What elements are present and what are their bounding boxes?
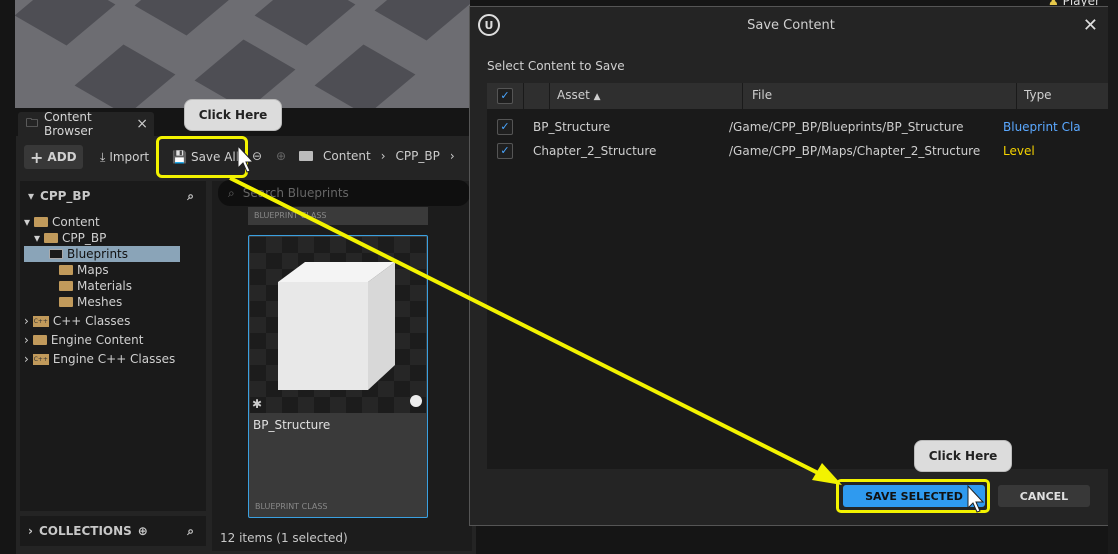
row-checkbox[interactable]: ✓ [497, 143, 513, 159]
dirty-indicator-icon [410, 395, 422, 407]
floor-tile [134, 0, 236, 36]
asset-card-previous[interactable]: BLUEPRINT CLASS [248, 207, 428, 225]
folder-icon [32, 335, 47, 345]
content-browser-icon: 🗀 [26, 115, 39, 130]
floor-tile [15, 0, 116, 46]
add-collection-icon[interactable]: ⊕ [138, 524, 148, 538]
floor-tile [314, 44, 416, 108]
column-file[interactable]: File [752, 88, 772, 102]
folder-icon [59, 297, 73, 307]
chevron-down-icon: ▾ [34, 231, 41, 245]
forward-arrow-icon[interactable]: ⊕ [276, 149, 286, 163]
asset-class: BLUEPRINT CLASS [255, 502, 328, 511]
folder-open-icon [44, 233, 59, 243]
cube-icon [278, 262, 395, 390]
floor-tile [74, 44, 176, 108]
sort-ascending-icon: ▲ [593, 92, 601, 102]
level-viewport[interactable] [15, 0, 470, 108]
highlight-box-save-all [156, 136, 248, 178]
file-cell: /Game/CPP_BP/Blueprints/BP_Structure [729, 120, 964, 134]
save-content-dialog: U Save Content ✕ Select Content to Save … [469, 6, 1113, 526]
search-placeholder: Search Blueprints [242, 186, 349, 200]
asset-cell: BP_Structure [533, 120, 611, 134]
search-icon[interactable]: ⌕ [187, 189, 194, 204]
column-separator [1016, 83, 1017, 109]
chevron-down-icon: ▾ [28, 189, 35, 203]
tree-item-cpp-bp[interactable]: ▾ CPP_BP [34, 230, 106, 246]
collections-header[interactable]: › COLLECTIONS ⊕ ⌕ [20, 516, 206, 546]
chevron-right-icon: › [380, 149, 386, 163]
close-icon[interactable]: ✕ [1083, 15, 1098, 36]
folder-icon [59, 265, 73, 275]
folder-icon [59, 281, 73, 291]
content-browser-tab[interactable]: 🗀 Content Browser × [18, 110, 154, 138]
tree-item-maps[interactable]: Maps [59, 262, 109, 278]
column-asset[interactable]: Asset ▲ [557, 88, 601, 102]
content-table: ✓ Asset ▲ File Type ✓ BP_Structure /Game… [487, 83, 1113, 469]
tree-item-blueprints[interactable]: Blueprints [24, 246, 180, 262]
import-icon: ⤓ [100, 149, 106, 164]
modified-asterisk-icon: ✱ [252, 397, 263, 411]
import-button[interactable]: ⤓ Import [94, 145, 155, 169]
callout-bubble: Click Here [184, 99, 282, 131]
select-all-checkbox[interactable]: ✓ [497, 88, 513, 104]
column-separator [523, 83, 524, 109]
add-button[interactable]: + ADD [24, 145, 83, 169]
folder-icon [299, 151, 313, 161]
chevron-right-icon: › [24, 314, 29, 328]
tree-item-cpp-classes[interactable]: › C++ C++ Classes [24, 313, 130, 329]
folder-tree: ▾ Content ▾ CPP_BP Blueprints Maps Materia… [20, 211, 206, 511]
tree-item-engine-cpp-classes[interactable]: › C++ Engine C++ Classes [24, 351, 175, 367]
tree-item-content[interactable]: ▾ Content [24, 214, 100, 230]
floor-tile [254, 0, 356, 46]
plus-icon: + [30, 147, 44, 167]
type-cell: Level [1003, 144, 1035, 158]
search-input[interactable]: ⌕ Search Blueprints [218, 180, 470, 206]
highlight-box-save-selected [836, 479, 990, 513]
column-separator [549, 83, 550, 109]
dialog-title: Save Content [747, 17, 835, 33]
cancel-button[interactable]: CANCEL [998, 485, 1090, 507]
column-separator [742, 83, 743, 109]
unreal-logo-icon: U [478, 14, 500, 36]
folder-icon [49, 249, 63, 259]
dialog-titlebar: U Save Content ✕ [470, 7, 1112, 43]
search-icon[interactable]: ⌕ [187, 524, 194, 539]
file-cell: /Game/CPP_BP/Maps/Chapter_2_Structure [729, 144, 981, 158]
tree-item-engine-content[interactable]: › Engine Content [24, 332, 143, 348]
floor-tile [194, 39, 296, 108]
table-header: ✓ Asset ▲ File Type [487, 83, 1113, 109]
chevron-right-icon: › [24, 352, 29, 366]
tree-item-materials[interactable]: Materials [59, 278, 132, 294]
window-edge [1108, 0, 1118, 554]
search-icon: ⌕ [228, 185, 235, 200]
floor-tile [374, 0, 470, 41]
tree-item-meshes[interactable]: Meshes [59, 294, 122, 310]
chevron-down-icon: ▾ [24, 215, 31, 229]
folder-open-icon [34, 217, 49, 227]
column-type[interactable]: Type [1024, 88, 1052, 102]
chevron-right-icon: › [24, 333, 29, 347]
tab-label: Content Browser [44, 110, 93, 138]
breadcrumb-cpp-bp[interactable]: CPP_BP [396, 149, 440, 163]
asset-card-bp-structure[interactable]: ✱ BP_Structure BLUEPRINT CLASS [248, 235, 428, 518]
cpp-folder-icon: C++ [32, 353, 49, 365]
asset-thumbnail: ✱ [250, 237, 426, 413]
close-icon[interactable]: × [136, 116, 148, 132]
asset-cell: Chapter_2_Structure [533, 144, 657, 158]
asset-name: BP_Structure [253, 418, 331, 432]
breadcrumb: Content › CPP_BP › [299, 149, 455, 163]
chevron-right-icon: › [28, 524, 33, 538]
back-arrow-icon[interactable]: ⊖ [252, 149, 262, 163]
callout-bubble: Click Here [914, 440, 1012, 472]
sources-header[interactable]: ▾ CPP_BP ⌕ [20, 181, 206, 211]
dialog-subtitle: Select Content to Save [487, 59, 625, 73]
cpp-folder-icon: C++ [32, 315, 49, 327]
type-cell: Blueprint Cla [1003, 120, 1081, 134]
chevron-right-icon: › [449, 149, 455, 163]
breadcrumb-content[interactable]: Content [323, 149, 371, 163]
row-checkbox[interactable]: ✓ [497, 119, 513, 135]
item-count: 12 items (1 selected) [220, 531, 348, 545]
